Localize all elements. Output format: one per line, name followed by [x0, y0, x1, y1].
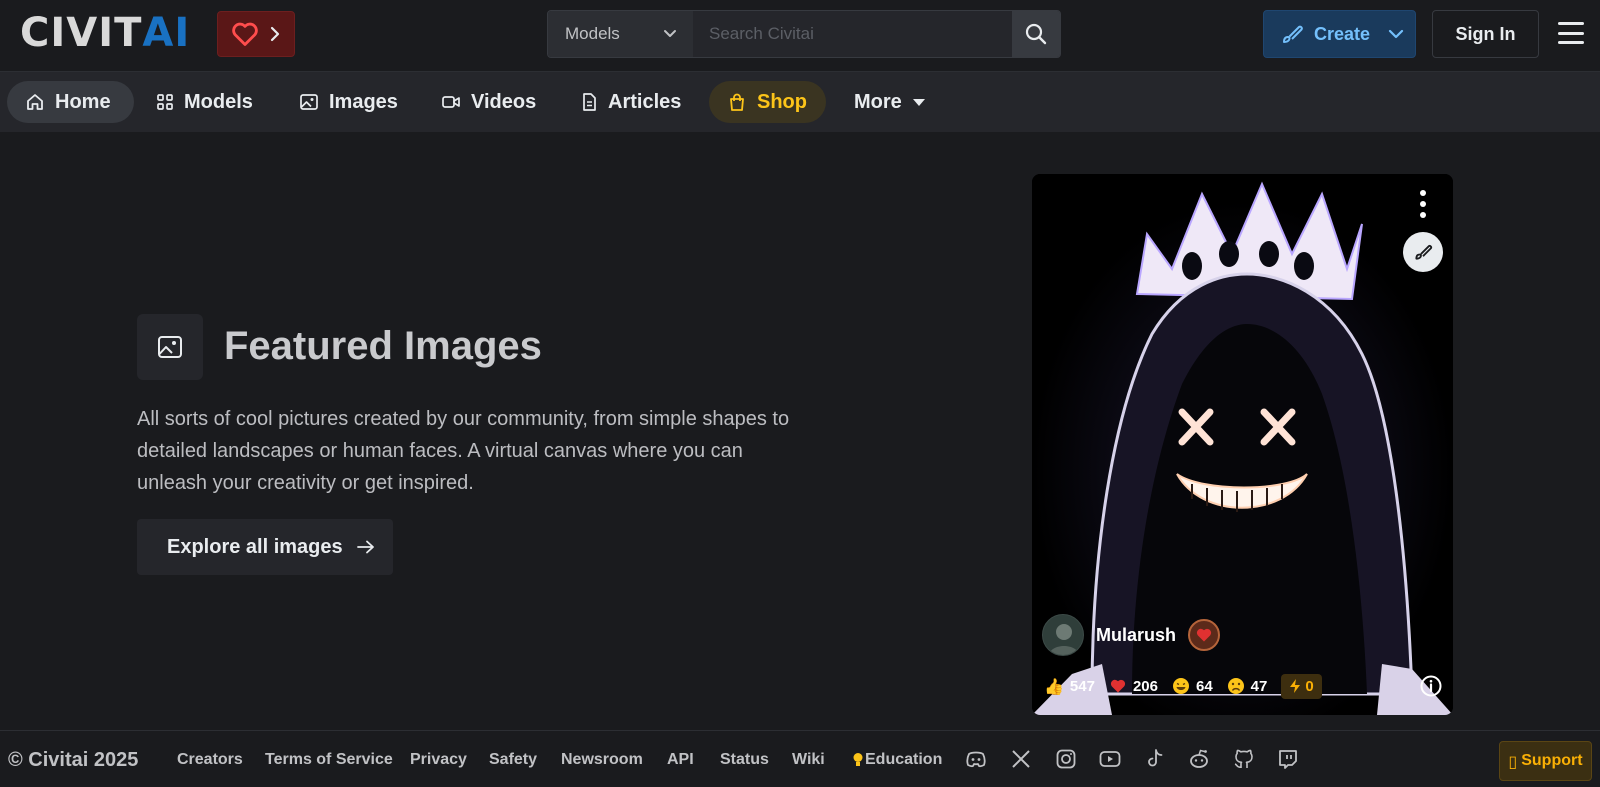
remix-button[interactable]	[1403, 232, 1443, 272]
cry-icon	[1227, 678, 1244, 694]
document-icon	[583, 93, 596, 111]
badge-icon	[1188, 619, 1221, 651]
laugh-icon	[1172, 678, 1189, 694]
home-icon	[27, 94, 43, 110]
image-icon	[300, 94, 318, 110]
avatar[interactable]	[1042, 614, 1084, 656]
nav-item-models[interactable]: Models	[138, 81, 271, 123]
search-button[interactable]	[1012, 11, 1060, 57]
shopping-bag-icon	[730, 93, 744, 111]
tiktok-icon[interactable]	[1143, 747, 1167, 771]
explore-label: Explore all images	[167, 535, 343, 558]
support-heart-button[interactable]	[217, 11, 295, 57]
card-menu-icon[interactable]	[1417, 190, 1429, 218]
nav-item-images[interactable]: Images	[281, 81, 416, 123]
youtube-icon[interactable]	[1098, 747, 1122, 771]
nav-label-shop: Shop	[757, 90, 807, 113]
lightning-icon	[1290, 679, 1301, 693]
username[interactable]: Mularush	[1096, 625, 1176, 646]
nav-item-home[interactable]: Home	[7, 81, 134, 123]
featured-images-icon-box	[137, 314, 203, 380]
page-title: Featured Images	[224, 324, 542, 368]
logo-text-civit: CIVIT	[20, 10, 143, 56]
search-bar: Models /	[547, 10, 1061, 58]
search-category-label: Models	[565, 24, 620, 43]
search-category-select[interactable]: Models	[548, 11, 693, 57]
search-input[interactable]	[693, 11, 1012, 57]
nav-item-more[interactable]: More	[836, 81, 944, 123]
reaction-laugh[interactable]: 64	[1172, 677, 1213, 695]
footer-link-education[interactable]: Education	[853, 751, 942, 769]
education-label: Education	[865, 751, 943, 768]
cry-count: 47	[1250, 677, 1268, 695]
search-icon	[1025, 23, 1047, 45]
footer-link-api[interactable]: API	[667, 751, 694, 769]
nav-label-articles: Articles	[608, 90, 682, 113]
instagram-icon[interactable]	[1054, 747, 1078, 771]
nav-label-videos: Videos	[471, 90, 537, 113]
info-icon[interactable]	[1419, 674, 1443, 698]
footer-link-safety[interactable]: Safety	[489, 751, 537, 769]
create-button[interactable]: Create	[1263, 10, 1416, 58]
laugh-count: 64	[1195, 677, 1213, 695]
sign-in-button[interactable]: Sign In	[1432, 10, 1539, 58]
heart-icon	[232, 22, 258, 46]
twitch-icon[interactable]	[1276, 747, 1300, 771]
footer-link-privacy[interactable]: Privacy	[410, 751, 467, 769]
arrow-right-icon	[356, 540, 374, 554]
caret-down-icon	[912, 99, 925, 106]
nav-label-images: Images	[329, 90, 398, 113]
reddit-icon[interactable]	[1187, 747, 1211, 771]
footer: © Civitai 2025 Creators Terms of Service…	[0, 730, 1600, 787]
nav-label-more: More	[854, 90, 902, 113]
reaction-like[interactable]: 👍 547	[1044, 677, 1095, 696]
chevron-down-icon	[1388, 29, 1404, 39]
menu-icon[interactable]	[1558, 22, 1584, 44]
chevron-down-icon	[664, 30, 676, 37]
logo-text-ai: AI	[142, 10, 191, 56]
civitai-logo[interactable]: CIVIT AI	[20, 10, 191, 56]
lightbulb-icon	[853, 753, 863, 766]
support-button[interactable]: ▯ Support	[1499, 741, 1592, 781]
brush-icon	[1283, 25, 1303, 43]
brush-icon	[1415, 245, 1433, 260]
footer-link-newsroom[interactable]: Newsroom	[561, 751, 643, 769]
heart-count: 206	[1132, 677, 1158, 695]
create-label: Create	[1314, 23, 1371, 44]
footer-link-status[interactable]: Status	[720, 751, 769, 769]
grid-icon	[157, 94, 173, 110]
reaction-heart[interactable]: 206	[1109, 678, 1158, 695]
box-icon: ▯	[1508, 751, 1518, 771]
buzz-count: 0	[1305, 677, 1314, 695]
x-icon[interactable]	[1009, 747, 1033, 771]
nav-item-videos[interactable]: Videos	[423, 81, 554, 123]
support-label: Support	[1521, 752, 1583, 769]
copyright: © Civitai 2025	[8, 749, 139, 771]
footer-link-wiki[interactable]: Wiki	[792, 751, 825, 769]
reactions-bar: 👍 547 206 64 47 0	[1044, 672, 1322, 700]
featured-image-card[interactable]: Mularush 👍 547 206 64 47 0	[1032, 174, 1453, 715]
card-author[interactable]: Mularush	[1042, 614, 1221, 656]
nav-item-shop[interactable]: Shop	[709, 81, 826, 123]
footer-link-terms[interactable]: Terms of Service	[265, 751, 393, 769]
nav-label-home: Home	[55, 90, 111, 113]
discord-icon[interactable]	[964, 747, 988, 771]
explore-all-images-button[interactable]: Explore all images	[137, 519, 393, 575]
image-icon	[158, 336, 182, 358]
main-nav: Home Models Images Videos Articles Shop …	[0, 72, 1600, 132]
top-header: CIVITAI Models /	[0, 0, 1600, 72]
video-icon	[442, 96, 460, 108]
chevron-right-icon	[270, 26, 280, 42]
nav-item-articles[interactable]: Articles	[562, 81, 699, 123]
footer-link-creators[interactable]: Creators	[177, 751, 243, 769]
github-icon[interactable]	[1232, 747, 1256, 771]
like-count: 547	[1069, 677, 1095, 695]
buzz-tip-button[interactable]: 0	[1281, 673, 1322, 699]
heart-icon	[1110, 679, 1126, 693]
nav-label-models: Models	[184, 90, 253, 113]
featured-description: All sorts of cool pictures created by ou…	[137, 408, 790, 494]
thumbs-up-icon: 👍	[1044, 676, 1064, 696]
reaction-cry[interactable]: 47	[1227, 677, 1268, 695]
